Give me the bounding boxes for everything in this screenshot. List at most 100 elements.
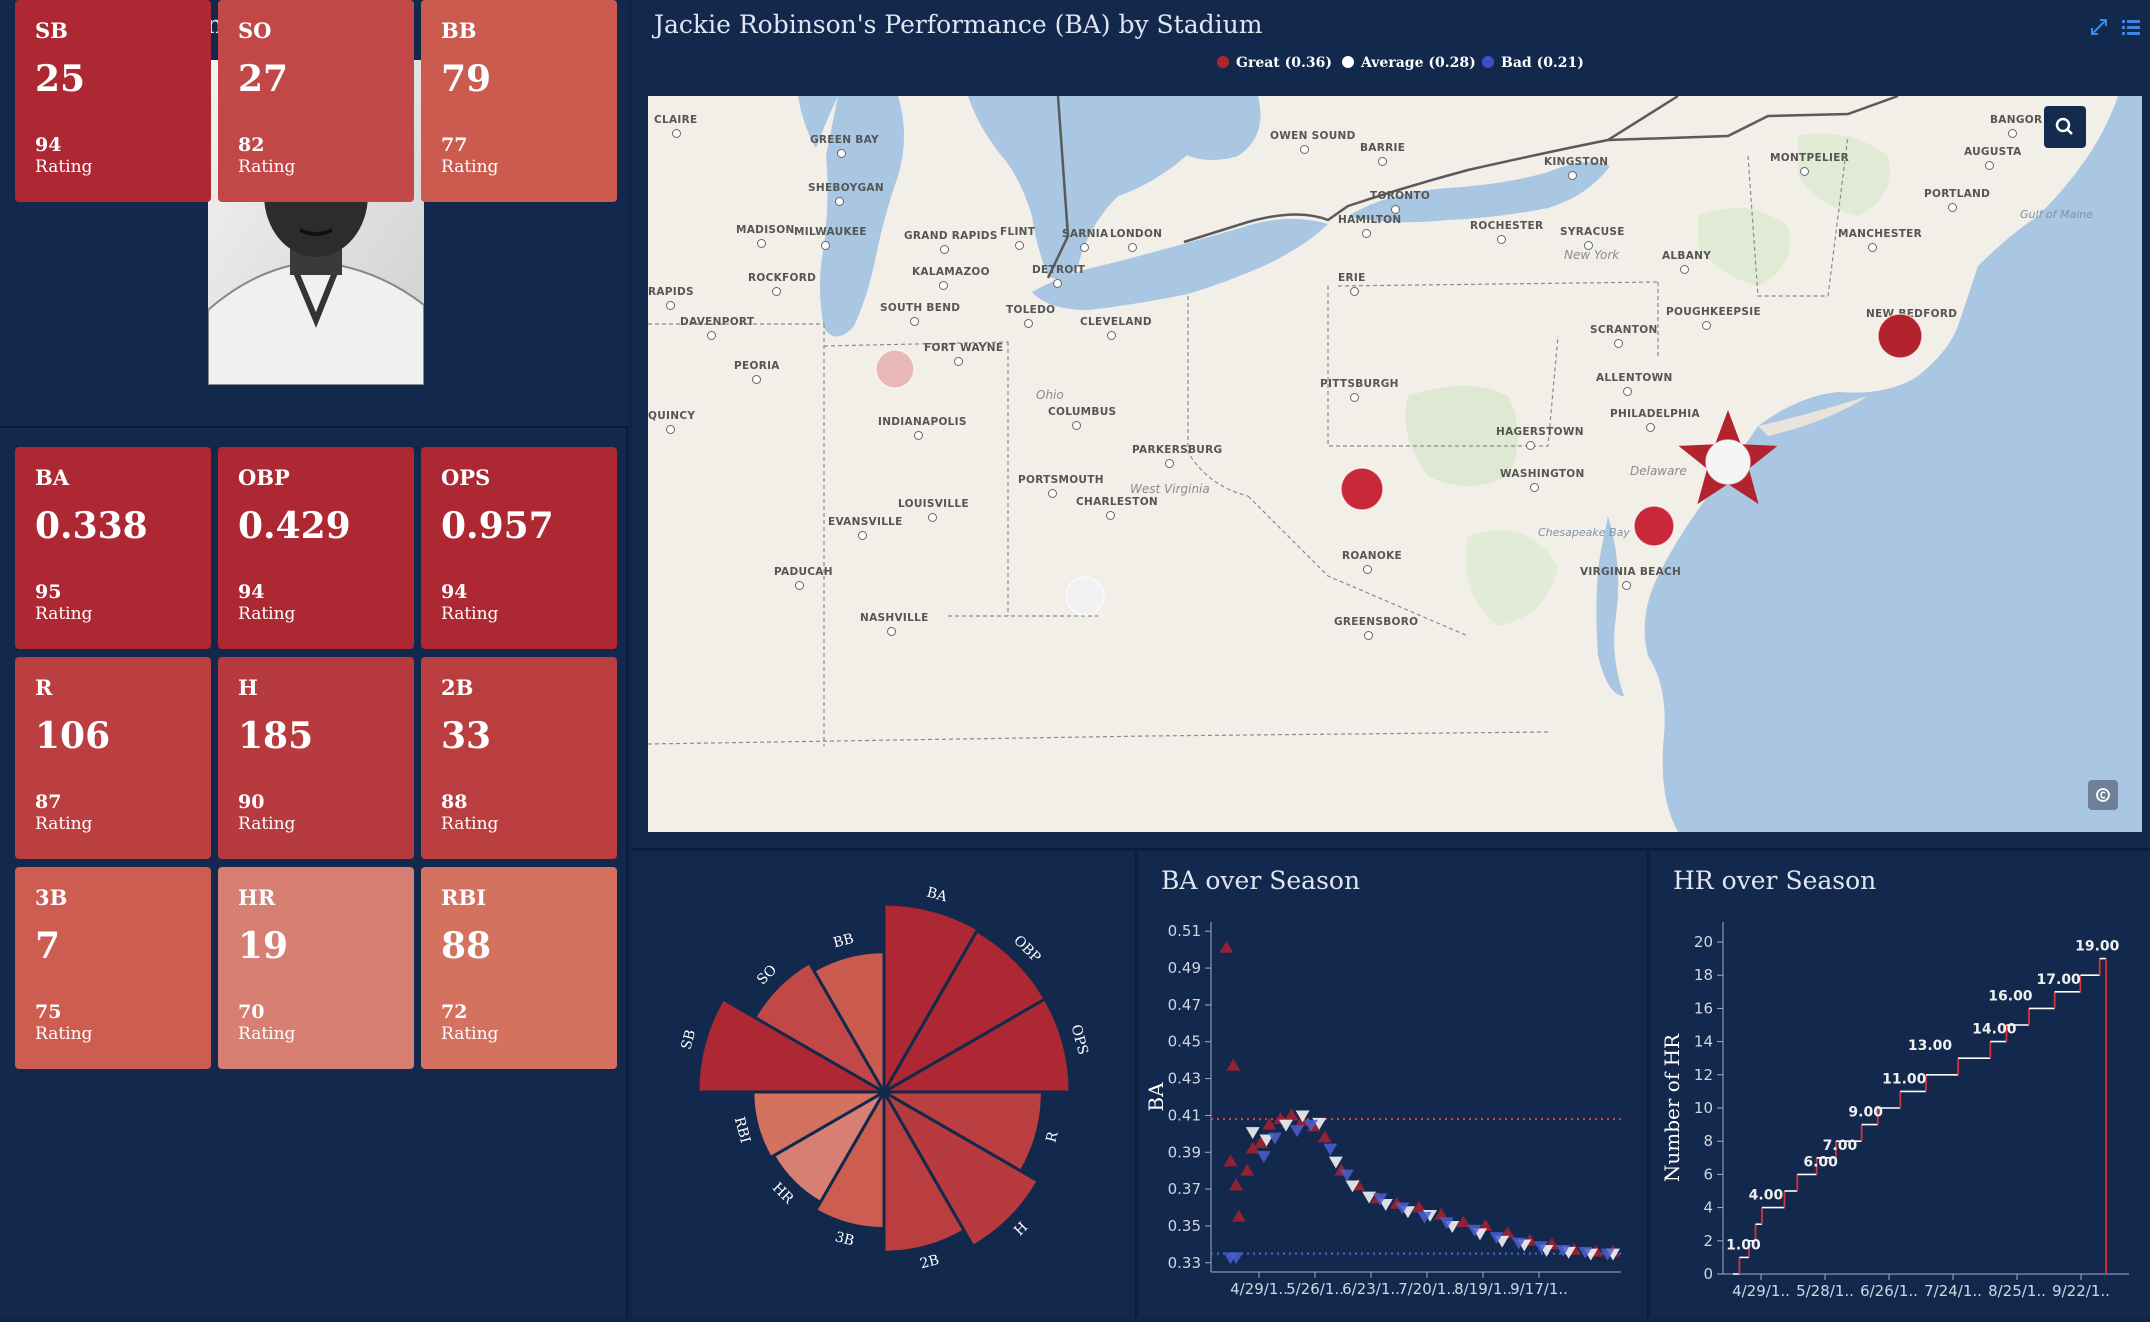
city-dot-icon bbox=[707, 331, 716, 340]
map-search-button[interactable] bbox=[2044, 106, 2086, 148]
city-label: MANCHESTER bbox=[1838, 228, 1922, 252]
x-tick-label: 5/28/1.. bbox=[1796, 1282, 1854, 1300]
hr-step-chart: 201816141210864204/29/1.. 5/28/1.. 6/26/1.… bbox=[1660, 922, 2129, 1300]
x-tick-label: 7/24/1.. bbox=[1924, 1282, 1982, 1300]
city-label: NEW BEDFORD bbox=[1866, 308, 1957, 332]
y-tick-label: 0 bbox=[1703, 1265, 1713, 1283]
stat-tile-2b[interactable]: 2B 33 88 Rating bbox=[421, 657, 617, 859]
city-name: DETROIT bbox=[1032, 264, 1086, 276]
city-label: ROANOKE bbox=[1342, 550, 1402, 574]
city-dot-icon bbox=[939, 281, 948, 290]
stat-tile-r[interactable]: R 106 87 Rating bbox=[15, 657, 211, 859]
ba-point[interactable] bbox=[1256, 1151, 1271, 1163]
city-label: ROCHESTER bbox=[1470, 220, 1543, 244]
y-tick-label: 0.39 bbox=[1168, 1143, 1201, 1161]
ba-point[interactable] bbox=[1229, 1178, 1244, 1191]
y-tick-label: 0.45 bbox=[1168, 1033, 1201, 1051]
stat-rating: 82 bbox=[238, 134, 265, 156]
city-label: SARNIA bbox=[1062, 228, 1108, 252]
city-dot-icon bbox=[1497, 235, 1506, 244]
city-name: MANCHESTER bbox=[1838, 228, 1923, 240]
ba-point[interactable] bbox=[1223, 1154, 1238, 1167]
stat-tile-rbi[interactable]: RBI 88 72 Rating bbox=[421, 867, 617, 1069]
search-icon bbox=[2055, 117, 2073, 135]
city-name: LOUISVILLE bbox=[898, 498, 969, 510]
stat-tile-h[interactable]: H 185 90 Rating bbox=[218, 657, 414, 859]
city-name: CLEVELAND bbox=[1080, 316, 1152, 328]
city-name: WASHINGTON bbox=[1500, 468, 1585, 480]
stat-tile-hr[interactable]: HR 19 70 Rating bbox=[218, 867, 414, 1069]
city-dot-icon bbox=[1623, 387, 1632, 396]
stat-tile-obp[interactable]: OBP 0.429 94 Rating bbox=[218, 447, 414, 649]
city-name: SYRACUSE bbox=[1560, 226, 1625, 238]
stat-tile-so[interactable]: SO 27 82 Rating bbox=[218, 0, 414, 202]
legend-item-average[interactable]: Average (0.28) bbox=[1342, 55, 1476, 71]
city-dot-icon bbox=[672, 129, 681, 138]
y-axis-label: BA bbox=[1144, 1082, 1168, 1112]
expand-icon[interactable] bbox=[2088, 16, 2110, 38]
stat-tile-ba[interactable]: BA 0.338 95 Rating bbox=[15, 447, 211, 649]
ba-point[interactable] bbox=[1323, 1143, 1338, 1156]
city-name: MONTPELIER bbox=[1770, 152, 1850, 164]
ba-point[interactable] bbox=[1219, 940, 1234, 953]
city-name: CHARLESTON bbox=[1076, 496, 1159, 508]
city-name: ROANOKE bbox=[1342, 550, 1402, 562]
x-tick-label: 9/17/1.. bbox=[1510, 1280, 1568, 1298]
legend-item-bad[interactable]: Bad (0.21) bbox=[1482, 55, 1584, 71]
city-name: SOUTH BEND bbox=[880, 302, 961, 314]
stadium-map[interactable]: CLAIRE GREEN BAY SHEBOYGAN MADISON MILWAUKEE… bbox=[648, 96, 2142, 832]
city-name: PORTLAND bbox=[1924, 188, 1991, 200]
radar-label: OPS bbox=[1067, 1023, 1090, 1057]
attribution-button[interactable] bbox=[2088, 780, 2118, 810]
ba-point[interactable] bbox=[1284, 1108, 1299, 1121]
city-label: SYRACUSE bbox=[1560, 226, 1625, 250]
city-label: VIRGINIA BEACH bbox=[1580, 566, 1681, 590]
city-label: DAVENPORT bbox=[680, 316, 754, 340]
hr-data-label: 13.00 bbox=[1908, 1038, 1953, 1054]
city-dot-icon bbox=[1800, 167, 1809, 176]
city-dot-icon bbox=[1568, 171, 1577, 180]
city-dot-icon bbox=[1128, 243, 1137, 252]
list-icon[interactable] bbox=[2120, 16, 2142, 38]
stat-tile-sb[interactable]: SB 25 94 Rating bbox=[15, 0, 211, 202]
stat-rating: 95 bbox=[35, 581, 62, 603]
city-dot-icon bbox=[1530, 483, 1539, 492]
city-name: FLINT bbox=[1000, 226, 1036, 238]
hr-data-label: 9.00 bbox=[1848, 1105, 1883, 1121]
x-tick-label: 5/26/1.. bbox=[1286, 1280, 1344, 1298]
city-dot-icon bbox=[928, 513, 937, 522]
city-name: ERIE bbox=[1338, 272, 1366, 284]
city-dot-icon bbox=[910, 317, 919, 326]
stat-tile-bb[interactable]: BB 79 77 Rating bbox=[421, 0, 617, 202]
city-label: COLUMBUS bbox=[1048, 406, 1116, 430]
x-tick-label: 6/26/1.. bbox=[1860, 1282, 1918, 1300]
radar-label: H bbox=[1011, 1219, 1031, 1239]
city-label: OWEN SOUND bbox=[1270, 130, 1356, 154]
ba-point[interactable] bbox=[1226, 1058, 1241, 1071]
city-name: GREEN BAY bbox=[810, 134, 879, 146]
ba-point[interactable] bbox=[1245, 1127, 1260, 1139]
city-dot-icon bbox=[1614, 339, 1623, 348]
ba-point[interactable] bbox=[1231, 1209, 1246, 1222]
stat-label: OPS bbox=[441, 465, 491, 490]
ba-point[interactable] bbox=[1240, 1163, 1255, 1176]
city-dot-icon bbox=[1165, 459, 1174, 468]
city-label: ALLENTOWN bbox=[1596, 372, 1673, 396]
stat-tile-ops[interactable]: OPS 0.957 94 Rating bbox=[421, 447, 617, 649]
city-label: KINGSTON bbox=[1544, 156, 1608, 180]
water-label: Gulf of Maine bbox=[2020, 208, 2094, 221]
x-tick-label: 9/22/1.. bbox=[2052, 1282, 2110, 1300]
city-label: TOLEDO bbox=[1006, 304, 1055, 328]
ba-point[interactable] bbox=[1290, 1125, 1305, 1138]
city-name: TORONTO bbox=[1370, 190, 1431, 202]
city-dot-icon bbox=[1300, 145, 1309, 154]
city-label: BARRIE bbox=[1360, 142, 1405, 166]
rating-label: Rating bbox=[441, 157, 499, 177]
legend-dot bbox=[1217, 56, 1229, 68]
stat-tile-3b[interactable]: 3B 7 75 Rating bbox=[15, 867, 211, 1069]
y-tick-label: 0.47 bbox=[1168, 996, 1201, 1014]
city-label: PEORIA bbox=[734, 360, 780, 384]
legend-item-great[interactable]: Great (0.36) bbox=[1217, 55, 1332, 71]
ba-point[interactable] bbox=[1317, 1130, 1332, 1143]
hr-data-label: 19.00 bbox=[2075, 939, 2120, 955]
